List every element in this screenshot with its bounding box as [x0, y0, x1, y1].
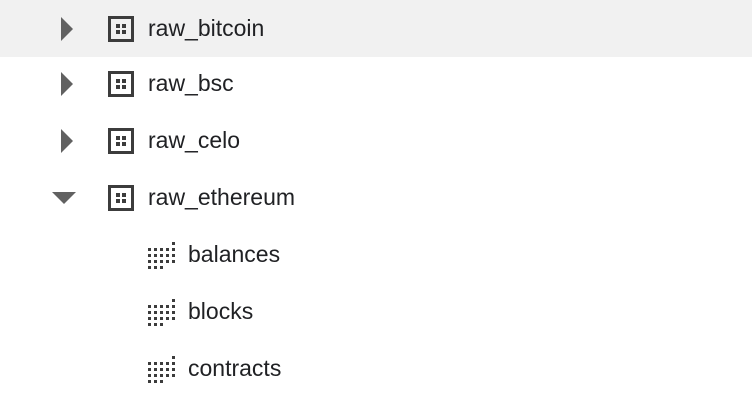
- expand-caret-icon[interactable]: [52, 55, 82, 112]
- tree-node-raw-celo[interactable]: raw_celo: [0, 112, 752, 169]
- tree-node-label[interactable]: blocks: [188, 283, 253, 340]
- tree-node-label[interactable]: contracts: [188, 340, 281, 397]
- tree-node-label[interactable]: balances: [188, 226, 280, 283]
- tree-node-balances[interactable]: balances: [0, 226, 752, 283]
- table-icon: [147, 283, 177, 340]
- tree-node-label[interactable]: raw_ethereum: [148, 169, 295, 226]
- tree-node-label[interactable]: raw_bsc: [148, 55, 234, 112]
- table-icon: [147, 226, 177, 283]
- expand-caret-icon[interactable]: [52, 112, 82, 169]
- tree-node-label[interactable]: raw_bitcoin: [148, 0, 264, 57]
- dataset-icon: [108, 55, 134, 112]
- dataset-icon: [108, 0, 134, 57]
- tree-node-contracts[interactable]: contracts: [0, 340, 752, 397]
- table-icon: [147, 340, 177, 397]
- dataset-icon: [108, 169, 134, 226]
- collapse-caret-icon[interactable]: [49, 169, 79, 226]
- tree-node-raw-bitcoin[interactable]: raw_bitcoin: [0, 0, 752, 57]
- tree-node-blocks[interactable]: blocks: [0, 283, 752, 340]
- tree-node-label[interactable]: raw_celo: [148, 112, 240, 169]
- dataset-icon: [108, 112, 134, 169]
- tree-node-raw-bsc[interactable]: raw_bsc: [0, 55, 752, 112]
- tree-node-raw-ethereum[interactable]: raw_ethereum: [0, 169, 752, 226]
- expand-caret-icon[interactable]: [52, 0, 82, 57]
- dataset-tree: raw_bitcoin raw_bsc raw_celo raw_ethereu…: [0, 0, 752, 402]
